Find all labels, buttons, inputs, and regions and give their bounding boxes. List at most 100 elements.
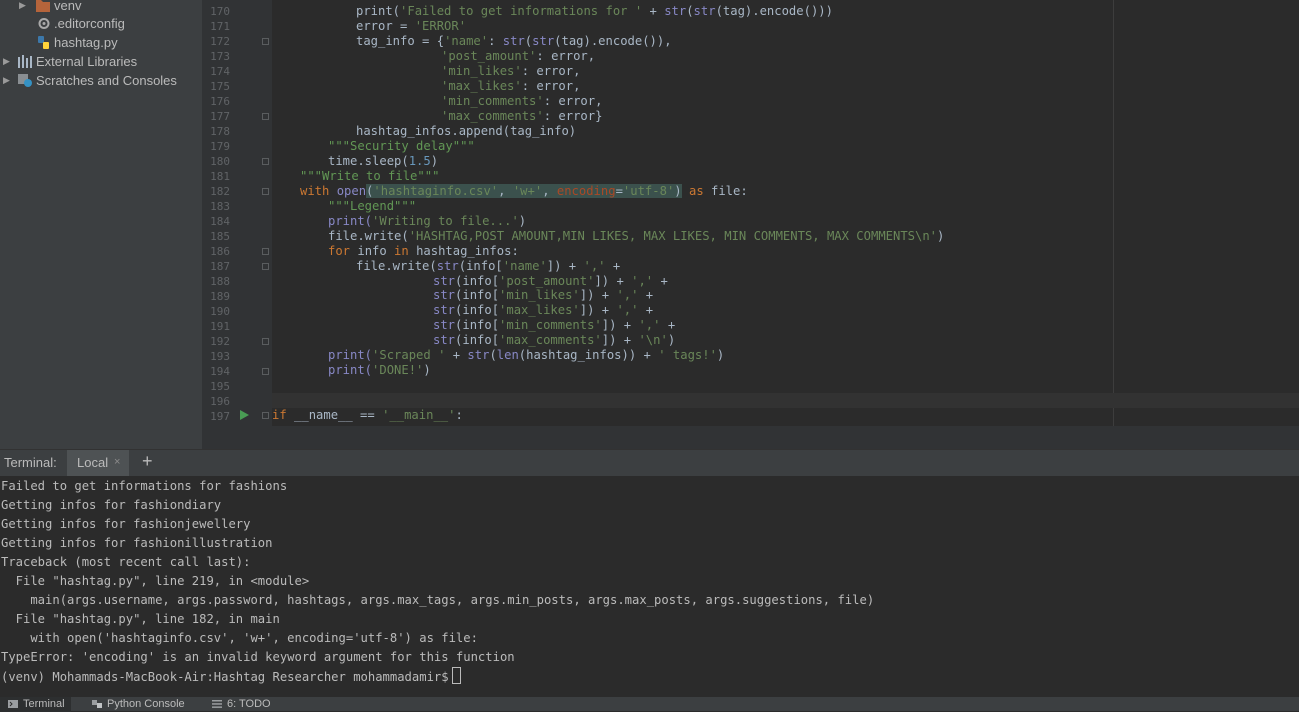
current-line-highlight: [272, 393, 1299, 408]
code-line-181: """Write to file""": [300, 169, 440, 183]
close-icon[interactable]: ×: [114, 456, 120, 468]
tree-item-label: venv: [54, 0, 82, 13]
line-number: 189: [210, 290, 230, 303]
terminal-line: with open('hashtaginfo.csv', 'w+', encod…: [1, 631, 478, 645]
fold-marker-icon[interactable]: [262, 368, 269, 375]
line-number: 195: [210, 380, 230, 393]
line-number: 178: [210, 125, 230, 138]
terminal-line: Failed to get informations for fashions: [1, 479, 288, 493]
code-line-185: file.write('HASHTAG,POST AMOUNT,MIN LIKE…: [328, 229, 945, 243]
folder-icon: [36, 0, 50, 12]
expand-arrow-icon[interactable]: ▶: [3, 71, 10, 90]
terminal-line: File "hashtag.py", line 182, in main: [1, 612, 280, 626]
tool-tab-python-console[interactable]: Python Console: [92, 697, 185, 712]
line-number: 182: [210, 185, 230, 198]
terminal-output[interactable]: Failed to get informations for fashions …: [0, 476, 1299, 696]
line-number: 173: [210, 50, 230, 63]
terminal-tab-local[interactable]: Local ×: [67, 450, 129, 477]
code-line-189: str(info['min_likes']) + ',' +: [433, 288, 654, 302]
line-number: 177: [210, 110, 230, 123]
line-number: 186: [210, 245, 230, 258]
right-margin-guide: [1113, 0, 1114, 426]
tree-item-label: Scratches and Consoles: [36, 73, 177, 88]
code-line-193: print('Scraped ' + str(len(hashtag_infos…: [328, 348, 725, 362]
tool-window-bar: Terminal Python Console 6: TODO: [0, 696, 1299, 712]
terminal-line: Getting infos for fashiondiary: [1, 498, 222, 512]
line-number: 185: [210, 230, 230, 243]
tool-tab-terminal[interactable]: Terminal: [0, 697, 71, 712]
code-line-188: str(info['post_amount']) + ',' +: [433, 274, 668, 288]
terminal-line: Getting infos for fashionjewellery: [1, 517, 251, 531]
code-line-170: print('Failed to get informations for ' …: [356, 4, 833, 18]
code-line-182: with open('hashtaginfo.csv', 'w+', encod…: [300, 184, 748, 198]
new-terminal-tab-button[interactable]: +: [142, 451, 153, 472]
library-icon: [18, 55, 32, 68]
terminal-line: File "hashtag.py", line 219, in <module>: [1, 574, 310, 588]
terminal-line: TypeError: 'encoding' is an invalid keyw…: [1, 650, 515, 664]
terminal-cursor: [451, 667, 461, 684]
fold-marker-icon[interactable]: [262, 263, 269, 270]
editorconfig-file-icon: [38, 18, 50, 29]
line-number: 188: [210, 275, 230, 288]
line-number: 196: [210, 395, 230, 408]
code-line-180: time.sleep(1.5): [328, 154, 439, 168]
fold-marker-icon[interactable]: [262, 158, 269, 165]
code-line-190: str(info['max_likes']) + ',' +: [433, 303, 654, 317]
line-number: 187: [210, 260, 230, 273]
tool-tab-label: Python Console: [107, 698, 185, 710]
fold-marker-icon[interactable]: [262, 188, 269, 195]
code-editor[interactable]: 170 171 172 173 174 175 176 177 178 179 180 181 182 1…: [202, 0, 1299, 426]
code-line-178: hashtag_infos.append(tag_info): [356, 124, 577, 138]
scratches-icon: [18, 74, 32, 87]
python-console-icon: [92, 700, 102, 708]
line-number: 184: [210, 215, 230, 228]
code-line-194: print('DONE!'): [328, 363, 431, 377]
tree-item-label: External Libraries: [36, 54, 138, 69]
code-line-186: for info in hashtag_infos:: [328, 244, 519, 258]
code-line-176: 'min_comments': error,: [441, 94, 603, 108]
code-line-171: error = 'ERROR': [356, 19, 467, 33]
line-number: 193: [210, 350, 230, 363]
expand-arrow-icon[interactable]: ▶: [3, 52, 10, 71]
code-line-172: tag_info = {'name': str(str(tag).encode(…: [356, 34, 672, 48]
line-number: 194: [210, 365, 230, 378]
line-number: 171: [210, 20, 230, 33]
tool-tab-label: Terminal: [23, 698, 65, 710]
terminal-title: Terminal:: [4, 455, 57, 470]
code-line-177: 'max_comments': error}: [441, 109, 603, 123]
terminal-line: Traceback (most recent call last):: [1, 555, 251, 569]
code-line-197: if __name__ == '__main__':: [272, 408, 463, 422]
code-line-175: 'max_likes': error,: [441, 79, 581, 93]
line-number: 170: [210, 5, 230, 18]
terminal-prompt-line[interactable]: (venv) Mohammads-MacBook-Air:Hashtag Res…: [1, 667, 461, 686]
line-number: 192: [210, 335, 230, 348]
tool-tab-todo[interactable]: 6: TODO: [212, 697, 271, 712]
tree-item-label: hashtag.py: [54, 35, 118, 50]
editor-horizontal-scrollbar[interactable]: [202, 426, 1299, 449]
line-number: 176: [210, 95, 230, 108]
expand-arrow-icon[interactable]: ▶: [19, 0, 26, 15]
code-line-187: file.write(str(info['name']) + ',' +: [356, 259, 621, 273]
line-number: 172: [210, 35, 230, 48]
terminal-icon: [8, 700, 18, 708]
run-gutter-icon[interactable]: [240, 410, 249, 420]
fold-marker-icon[interactable]: [262, 38, 269, 45]
line-number: 174: [210, 65, 230, 78]
terminal-prompt: (venv) Mohammads-MacBook-Air:Hashtag Res…: [1, 670, 449, 684]
project-tree-panel: ▶ venv .editorconfig hashtag.py ▶ Extern…: [0, 0, 202, 449]
code-line-174: 'min_likes': error,: [441, 64, 581, 78]
code-line-191: str(info['min_comments']) + ',' +: [433, 318, 676, 332]
fold-marker-icon[interactable]: [262, 113, 269, 120]
line-number: 183: [210, 200, 230, 213]
fold-marker-icon[interactable]: [262, 338, 269, 345]
tool-tab-label: 6: TODO: [227, 698, 271, 710]
line-number: 181: [210, 170, 230, 183]
line-number: 190: [210, 305, 230, 318]
fold-marker-icon[interactable]: [262, 248, 269, 255]
terminal-toolbar: Terminal: Local × +: [0, 449, 1299, 477]
terminal-tab-label: Local: [77, 455, 109, 470]
fold-marker-icon[interactable]: [262, 412, 269, 419]
python-file-icon: [38, 36, 49, 49]
terminal-line: Getting infos for fashionillustration: [1, 536, 273, 550]
line-number: 179: [210, 140, 230, 153]
